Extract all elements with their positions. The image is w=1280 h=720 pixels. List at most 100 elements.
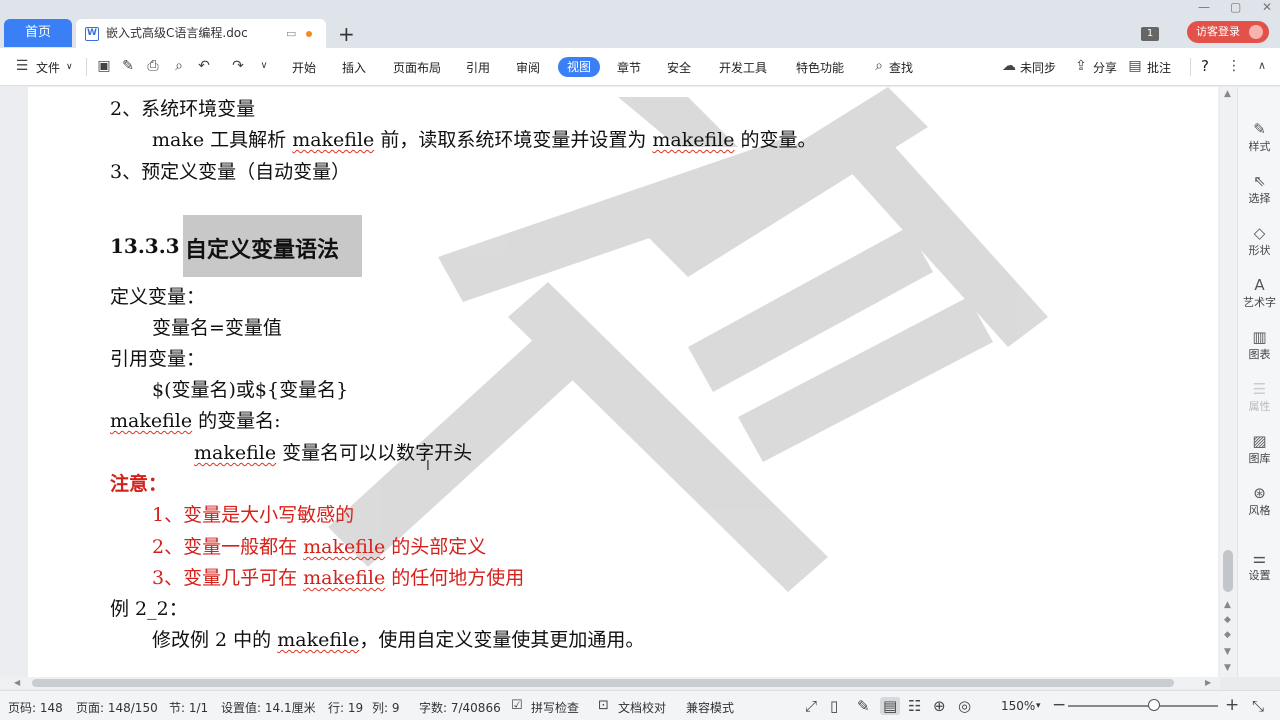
comment-button[interactable]: 批注 xyxy=(1147,59,1171,76)
panel-select[interactable]: ⇖ 选择 xyxy=(1238,172,1280,206)
page-down-icon[interactable]: ◆ xyxy=(1224,630,1231,640)
print-icon[interactable]: ⎙ xyxy=(145,58,161,74)
status-column[interactable]: 列: 9 xyxy=(372,699,400,716)
panel-shape[interactable]: ◇ 形状 xyxy=(1238,224,1280,258)
doc-line-note-3: 3、变量几乎可在 makefile 的任何地方使用 xyxy=(152,563,524,590)
text-run: 变量名可以以数字开头 xyxy=(276,442,473,464)
menu-chapter[interactable]: 章节 xyxy=(617,59,641,76)
status-setting-value[interactable]: 设置值: 14.1厘米 xyxy=(221,699,316,716)
status-section[interactable]: 节: 1/1 xyxy=(169,699,208,716)
search-icon[interactable]: ⌕ xyxy=(871,58,887,74)
more-options-icon[interactable]: ⋮ xyxy=(1226,58,1242,74)
share-button[interactable]: 分享 xyxy=(1093,59,1117,76)
spellcheck-button[interactable]: 拼写检查 xyxy=(531,699,579,716)
tab-home[interactable]: 首页 xyxy=(4,19,72,47)
scroll-down-icon[interactable]: ▼ xyxy=(1224,663,1231,673)
menu-review[interactable]: 审阅 xyxy=(516,59,540,76)
chart-icon: ▥ xyxy=(1252,328,1267,346)
panel-style[interactable]: ✎ 样式 xyxy=(1238,120,1280,154)
right-side-panel: ✎ 样式 ⇖ 选择 ◇ 形状 A 艺术字 ▥ 图表 ☰ 属性 ▨ 图库 ⊛ 风格 ⚌ 设置 xyxy=(1237,87,1280,677)
scroll-up-icon[interactable]: ▲ xyxy=(1224,89,1231,99)
reading-mode-icon[interactable]: ▯ xyxy=(830,697,838,715)
vertical-scroll-thumb[interactable] xyxy=(1223,550,1233,592)
scroll-left-icon[interactable]: ◀ xyxy=(14,678,20,687)
fullscreen-icon[interactable]: ⤢ xyxy=(805,697,817,715)
menu-insert[interactable]: 插入 xyxy=(342,59,366,76)
hamburger-menu-icon[interactable]: ☰ xyxy=(14,58,30,74)
login-avatar-icon xyxy=(1249,25,1263,39)
status-word-count[interactable]: 字数: 7/40866 xyxy=(419,699,501,716)
menu-reference[interactable]: 引用 xyxy=(466,59,490,76)
eye-protection-icon[interactable]: ◎ xyxy=(958,697,971,715)
horizontal-scrollbar[interactable]: ◀ ▶ xyxy=(0,677,1220,689)
word-doc-icon: W xyxy=(85,27,99,41)
page-view-icon[interactable]: ▤ xyxy=(880,697,901,715)
panel-theme[interactable]: ⊛ 风格 xyxy=(1238,484,1280,518)
document-viewport[interactable]: 2、系统环境变量 make 工具解析 makefile 前，读取系统环境变量并设… xyxy=(0,87,1220,677)
fit-page-icon[interactable]: ⤡ xyxy=(1252,697,1264,715)
menu-search[interactable]: 查找 xyxy=(889,59,913,76)
comment-icon[interactable]: ▤ xyxy=(1127,58,1143,74)
maximize-icon[interactable]: ▢ xyxy=(1230,0,1241,14)
undo-icon[interactable]: ↶ xyxy=(196,58,212,74)
scroll-right-icon[interactable]: ▶ xyxy=(1205,678,1211,687)
zoom-level[interactable]: 150% xyxy=(1001,699,1035,713)
panel-settings[interactable]: ⚌ 设置 xyxy=(1238,549,1280,583)
panel-shape-label: 形状 xyxy=(1248,244,1271,257)
horizontal-scroll-thumb[interactable] xyxy=(32,679,1174,687)
outline-view-icon[interactable]: ☷ xyxy=(908,697,921,715)
scroll-up-icon[interactable]: ▲ xyxy=(1224,600,1231,610)
proofread-button[interactable]: 文档校对 xyxy=(618,699,666,716)
menu-page-layout[interactable]: 页面布局 xyxy=(393,59,441,76)
status-pages[interactable]: 页面: 148/150 xyxy=(76,699,158,716)
zoom-in-icon[interactable]: + xyxy=(1225,695,1239,715)
panel-chart-label: 图表 xyxy=(1248,348,1271,361)
panel-gallery[interactable]: ▨ 图库 xyxy=(1238,432,1280,466)
help-button[interactable]: ? xyxy=(1201,57,1209,75)
window-count-badge[interactable]: 1 xyxy=(1141,27,1159,41)
share-icon[interactable]: ⇪ xyxy=(1073,58,1089,74)
zoom-slider-track[interactable] xyxy=(1068,705,1218,707)
zoom-dropdown-icon[interactable]: ▾ xyxy=(1036,701,1041,711)
properties-icon: ☰ xyxy=(1252,380,1267,398)
close-window-icon[interactable]: ✕ xyxy=(1262,0,1272,14)
doc-line-note-title: 注意： xyxy=(110,473,168,495)
doc-line-example: 例 2_2： xyxy=(110,598,188,620)
menu-security[interactable]: 安全 xyxy=(667,59,691,76)
menu-start[interactable]: 开始 xyxy=(292,59,316,76)
pen-icon: ✎ xyxy=(1253,120,1266,138)
web-layout-icon[interactable]: ⊕ xyxy=(933,697,946,715)
status-page[interactable]: 页码: 148 xyxy=(8,699,63,716)
tab-document[interactable]: W 嵌入式高级C语言编程.doc ▭ xyxy=(76,19,326,48)
page-up-icon[interactable]: ◆ xyxy=(1224,615,1231,625)
panel-wordart[interactable]: A 艺术字 xyxy=(1238,276,1280,310)
vertical-scrollbar[interactable]: ▲ ▲ ◆ ◆ ▼ ▼ xyxy=(1220,87,1237,677)
cloud-sync-icon[interactable]: ☁ xyxy=(1001,58,1017,74)
panel-chart[interactable]: ▥ 图表 xyxy=(1238,328,1280,362)
document-page[interactable]: 2、系统环境变量 make 工具解析 makefile 前，读取系统环境变量并设… xyxy=(28,87,1218,677)
scroll-down-icon[interactable]: ▼ xyxy=(1224,647,1231,657)
menu-view[interactable]: 视图 xyxy=(558,57,600,77)
write-mode-icon[interactable]: ✎ xyxy=(857,697,870,715)
menu-developer-tools[interactable]: 开发工具 xyxy=(719,59,767,76)
file-chevron-down-icon[interactable]: ∨ xyxy=(66,62,73,72)
minimize-icon[interactable]: — xyxy=(1198,0,1210,14)
zoom-out-icon[interactable]: − xyxy=(1052,695,1066,715)
menu-special-features[interactable]: 特色功能 xyxy=(796,59,844,76)
redo-icon[interactable]: ↷ xyxy=(230,58,246,74)
status-row[interactable]: 行: 19 xyxy=(328,699,363,716)
window-mode-icon[interactable]: ▭ xyxy=(286,19,296,48)
save-icon[interactable]: ▣ xyxy=(96,58,112,74)
sync-status[interactable]: 未同步 xyxy=(1020,59,1056,76)
print-preview-icon[interactable]: ⌕ xyxy=(171,58,187,74)
menu-file[interactable]: 文件 xyxy=(36,59,60,76)
new-tab-button[interactable]: + xyxy=(338,20,355,48)
collapse-ribbon-icon[interactable]: ∧ xyxy=(1254,58,1270,74)
text-run: make 工具解析 xyxy=(152,129,293,151)
login-button[interactable]: 访客登录 xyxy=(1187,21,1269,43)
divider xyxy=(86,58,87,76)
zoom-slider-handle[interactable] xyxy=(1148,699,1160,711)
quick-access-dropdown-icon[interactable]: ∨ xyxy=(256,58,272,74)
format-painter-icon[interactable]: ✎ xyxy=(120,58,136,74)
doc-line-system-env: 2、系统环境变量 xyxy=(110,98,256,120)
